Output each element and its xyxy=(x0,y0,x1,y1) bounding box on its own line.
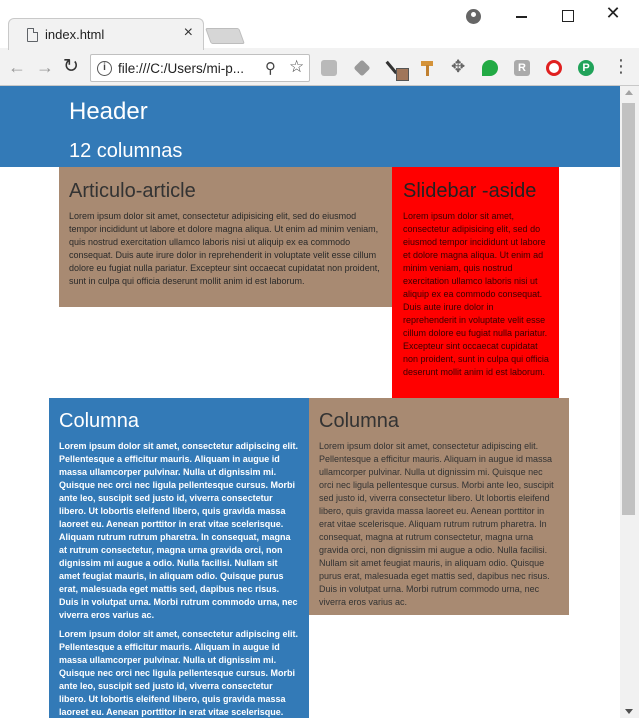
star-icon[interactable]: ☆ xyxy=(289,57,304,77)
aside-text: Lorem ipsum dolor sit amet, consectetur … xyxy=(403,211,549,377)
tab-title: index.html xyxy=(45,27,105,42)
url-text[interactable]: file:///C:/Users/mi-p... xyxy=(118,61,244,76)
move-extension-icon[interactable]: ✥ xyxy=(451,57,465,77)
browser-tab[interactable]: index.html × xyxy=(8,18,204,50)
minimize-icon[interactable] xyxy=(507,6,537,26)
zoom-icon[interactable]: ⚲ xyxy=(265,59,276,77)
article-text: Lorem ipsum dolor sit amet, consectetur … xyxy=(69,211,380,286)
column-brown: Columna Lorem ipsum dolor sit amet, cons… xyxy=(309,398,569,615)
header-subtitle: 12 columnas xyxy=(69,140,183,162)
column-title: Columna xyxy=(319,410,400,432)
forward-icon[interactable]: → xyxy=(36,57,54,78)
color-picker-extension-icon[interactable] xyxy=(388,60,409,81)
opera-extension-icon[interactable] xyxy=(546,60,562,76)
address-bar[interactable]: i file:///C:/Users/mi-p... ⚲ ☆ xyxy=(90,54,310,82)
column-paragraph: Lorem ipsum dolor sit amet, consectetur … xyxy=(59,629,299,717)
profile-icon[interactable] xyxy=(466,9,481,24)
column-blue: Columna Lorem ipsum dolor sit amet, cons… xyxy=(49,398,309,718)
column-paragraph: Lorem ipsum dolor sit amet, consectetur … xyxy=(319,441,554,607)
page-viewport: Header 12 columnas Articulo-article Lore… xyxy=(0,86,620,718)
scroll-down-icon[interactable] xyxy=(625,709,633,714)
vertical-scrollbar[interactable] xyxy=(620,86,639,718)
aside-title: Slidebar -aside xyxy=(403,180,537,202)
title-bar: index.html × ✕ xyxy=(0,0,639,50)
aside-section: Slidebar -aside Lorem ipsum dolor sit am… xyxy=(392,167,559,399)
article-section: Articulo-article Lorem ipsum dolor sit a… xyxy=(59,167,392,307)
column-paragraph: Lorem ipsum dolor sit amet, consectetur … xyxy=(59,441,299,620)
scrollbar-thumb[interactable] xyxy=(622,103,635,515)
hammer-extension-icon[interactable] xyxy=(419,60,435,76)
toolbar: ← → ↻ i file:///C:/Users/mi-p... ⚲ ☆ ✥ R… xyxy=(0,50,639,86)
green-extension-icon[interactable] xyxy=(482,60,498,76)
reload-icon[interactable]: ↻ xyxy=(63,55,79,78)
document-icon xyxy=(27,28,38,42)
page-header: Header 12 columnas xyxy=(0,86,620,167)
new-tab-button[interactable] xyxy=(205,28,245,44)
column-title: Columna xyxy=(59,410,140,432)
menu-icon[interactable]: ⋮ xyxy=(612,57,630,75)
pdf-extension-icon[interactable] xyxy=(321,60,337,76)
article-title: Articulo-article xyxy=(69,180,196,202)
browser-chrome: index.html × ✕ ← → ↻ i file:///C:/Users/… xyxy=(0,0,639,86)
r-extension-icon[interactable]: R xyxy=(514,60,530,76)
close-icon[interactable]: × xyxy=(184,24,193,42)
back-icon[interactable]: ← xyxy=(8,57,26,78)
p-extension-icon[interactable]: P xyxy=(578,60,594,76)
maximize-icon[interactable] xyxy=(552,6,582,26)
header-title: Header xyxy=(69,98,148,125)
layers-extension-icon[interactable] xyxy=(353,59,371,77)
scroll-up-icon[interactable] xyxy=(625,90,633,95)
info-icon[interactable]: i xyxy=(97,61,112,76)
close-window-icon[interactable]: ✕ xyxy=(598,3,628,23)
